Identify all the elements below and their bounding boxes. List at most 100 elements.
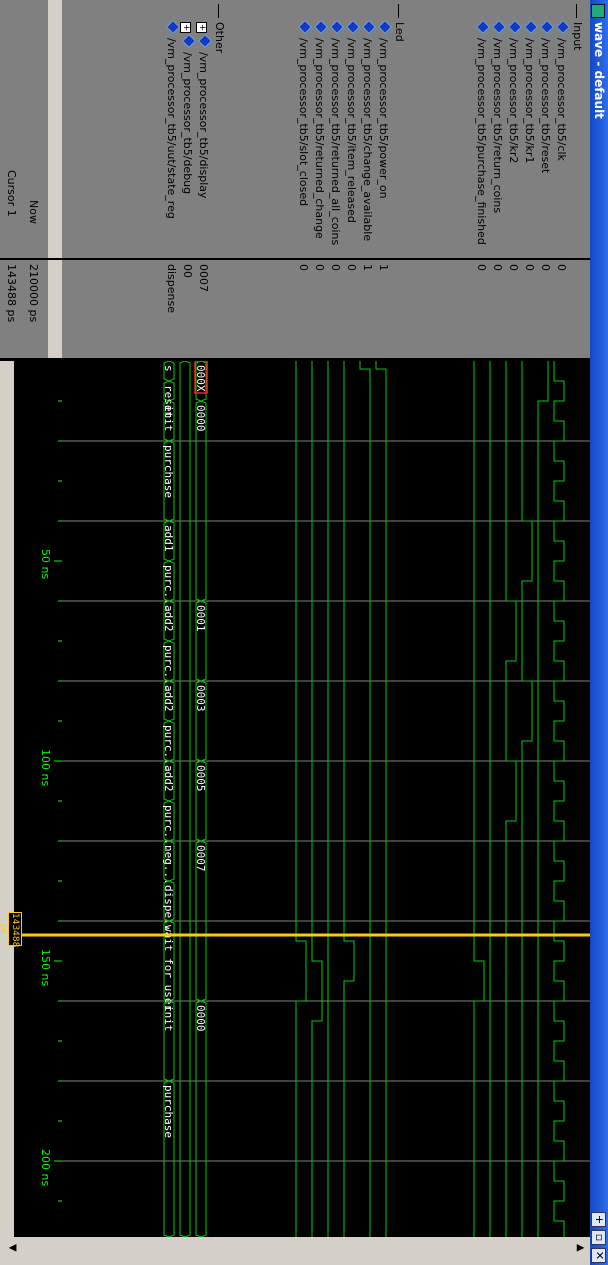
cursor-readout[interactable]: 143488 ps <box>0 912 22 947</box>
signal-name: /vm_processor_tb5/purchase_finished <box>475 38 488 245</box>
values-horizontal-scrollbar[interactable] <box>48 260 62 358</box>
title-bar[interactable]: wave - default + ▫ ✕ <box>590 0 608 1265</box>
group-header-input[interactable]: Input <box>571 4 584 50</box>
waveform-pane[interactable]: 000X000000010003000500070000sresetinitpu… <box>62 361 590 1237</box>
signal-value-pane: 0 0 0 0 0 0 1 1 0 0 0 0 0007 00 dispense <box>62 260 590 358</box>
signal-diamond-icon <box>377 19 393 35</box>
time-tick-label: 200 ns <box>39 1149 52 1186</box>
status-value-pane: 210000 ps 143488 ps <box>0 260 62 358</box>
display-bus-label: 0000 <box>194 405 207 432</box>
cursor-label: Cursor 1 <box>5 170 18 217</box>
signal-name: /vm_processor_tb5/slot_closed <box>297 38 310 207</box>
signal-diamond-icon <box>165 19 181 35</box>
cursor-value: 143488 ps <box>5 264 18 323</box>
slot-closed-trace <box>295 361 307 1237</box>
signal-diamond-icon <box>329 19 345 35</box>
signal-name: /vm_processor_tb5/display <box>197 52 210 199</box>
group-label: Other <box>213 22 226 54</box>
status-label-pane: Now Cursor 1 <box>0 0 62 258</box>
signal-diamond-icon <box>313 19 329 35</box>
signal-value: 0 <box>329 264 342 271</box>
time-tick-label: 150 ns <box>39 949 52 986</box>
signal-value: 1 <box>377 264 390 271</box>
signal-name: /vm_processor_tb5/kr2 <box>507 38 520 164</box>
signal-row[interactable]: + /vm_processor_tb5/display <box>196 22 213 199</box>
group-header-led[interactable]: Led <box>393 4 406 42</box>
signal-name: /vm_processor_tb5/clk <box>555 38 568 161</box>
display-bus-label: 0001 <box>194 605 207 632</box>
undock-button[interactable]: + <box>591 1212 606 1227</box>
item-released-trace <box>343 361 355 1237</box>
state-reg-label: add1 <box>162 525 175 552</box>
signal-row[interactable]: /vm_processor_tb5/return_coins <box>491 19 507 213</box>
signal-row[interactable]: /vm_processor_tb5/item_released <box>345 19 361 223</box>
signal-name: /vm_processor_tb5/item_released <box>345 38 358 223</box>
signal-value: 0 <box>313 264 326 271</box>
state-reg-label: add2 <box>162 685 175 712</box>
close-button[interactable]: ✕ <box>591 1248 606 1263</box>
signal-row[interactable]: /vm_processor_tb5/kr2 <box>507 19 523 164</box>
signal-name: /vm_processor_tb5/uut/state_reg <box>165 38 178 219</box>
signal-value: 0 <box>297 264 310 271</box>
names-horizontal-scrollbar[interactable] <box>48 0 62 258</box>
returned-change-trace <box>311 361 323 1237</box>
signal-name: /vm_processor_tb5/returned_change <box>313 38 326 239</box>
now-value: 210000 ps <box>27 264 40 323</box>
signal-name: /vm_processor_tb5/debug <box>181 52 194 195</box>
signal-name-pane: Input /vm_processor_tb5/clk/vm_processor… <box>62 0 590 258</box>
wave-horizontal-scrollbar[interactable] <box>0 361 14 1237</box>
group-header-other[interactable]: Other <box>213 4 226 53</box>
display-bus-trace <box>195 1000 207 1237</box>
kr1-trace <box>521 361 533 1237</box>
kr2-trace <box>505 361 517 1237</box>
window-title: wave - default <box>592 22 606 119</box>
vertical-scrollbar[interactable]: ▲ ▼ <box>0 1237 590 1265</box>
signal-row[interactable]: /vm_processor_tb5/purchase_finished <box>475 19 491 245</box>
signal-diamond-icon <box>475 19 491 35</box>
signal-value: 0 <box>523 264 536 271</box>
signal-row[interactable]: /vm_processor_tb5/returned_change <box>313 19 329 239</box>
signal-diamond-icon <box>181 33 197 49</box>
clk-trace <box>553 361 565 1237</box>
signal-value: 0007 <box>197 264 210 292</box>
wave-app-icon <box>591 4 605 18</box>
signal-value: 0 <box>555 264 568 271</box>
display-bus-label: 000X <box>194 365 207 392</box>
signal-row[interactable]: /vm_processor_tb5/returned_all_coins <box>329 19 345 246</box>
scroll-down-icon[interactable]: ▼ <box>7 1244 18 1252</box>
signal-row[interactable]: /vm_processor_tb5/kr1 <box>523 19 539 163</box>
signal-row[interactable]: /vm_processor_tb5/uut/state_reg <box>165 19 181 219</box>
state-reg-label: init <box>162 405 175 432</box>
now-label: Now <box>27 200 40 224</box>
signal-name: /vm_processor_tb5/change_available <box>361 38 374 242</box>
display-bus-label: 0005 <box>194 765 207 792</box>
state-reg-label: init <box>162 1005 175 1032</box>
display-bus-label: 0003 <box>194 685 207 712</box>
wave-window: wave - default + ▫ ✕ Input /vm_processor… <box>0 0 608 1265</box>
expand-icon[interactable]: + <box>196 22 207 33</box>
signal-name: /vm_processor_tb5/returned_all_coins <box>329 38 342 246</box>
signal-name: /vm_processor_tb5/power_on <box>377 38 390 199</box>
time-tick-label: 100 ns <box>39 749 52 786</box>
signal-value: 1 <box>361 264 374 271</box>
signal-row[interactable]: /vm_processor_tb5/reset <box>539 19 555 174</box>
restore-button[interactable]: ▫ <box>591 1230 606 1245</box>
time-axis: 50 ns 100 ns 150 ns 200 ns <box>0 361 62 1237</box>
signal-value: 0 <box>507 264 520 271</box>
signal-row[interactable]: + /vm_processor_tb5/debug <box>180 22 197 195</box>
state-reg-label: neg... <box>162 845 175 885</box>
signal-name: /vm_processor_tb5/reset <box>539 38 552 174</box>
debug-bus-trace <box>179 361 191 1237</box>
signal-value: 0 <box>345 264 358 271</box>
signal-diamond-icon <box>523 19 539 35</box>
signal-value: 0 <box>491 264 504 271</box>
signal-value: 00 <box>181 264 194 278</box>
signal-row[interactable]: /vm_processor_tb5/clk <box>555 19 571 161</box>
signal-row[interactable]: /vm_processor_tb5/power_on <box>377 19 393 199</box>
signal-row[interactable]: /vm_processor_tb5/slot_closed <box>297 19 313 207</box>
expand-icon[interactable]: + <box>180 22 191 33</box>
signal-row[interactable]: /vm_processor_tb5/change_available <box>361 19 377 242</box>
scroll-up-icon[interactable]: ▲ <box>575 1244 586 1252</box>
state-reg-label: purchase <box>162 445 175 498</box>
signal-value: dispense <box>165 264 178 313</box>
